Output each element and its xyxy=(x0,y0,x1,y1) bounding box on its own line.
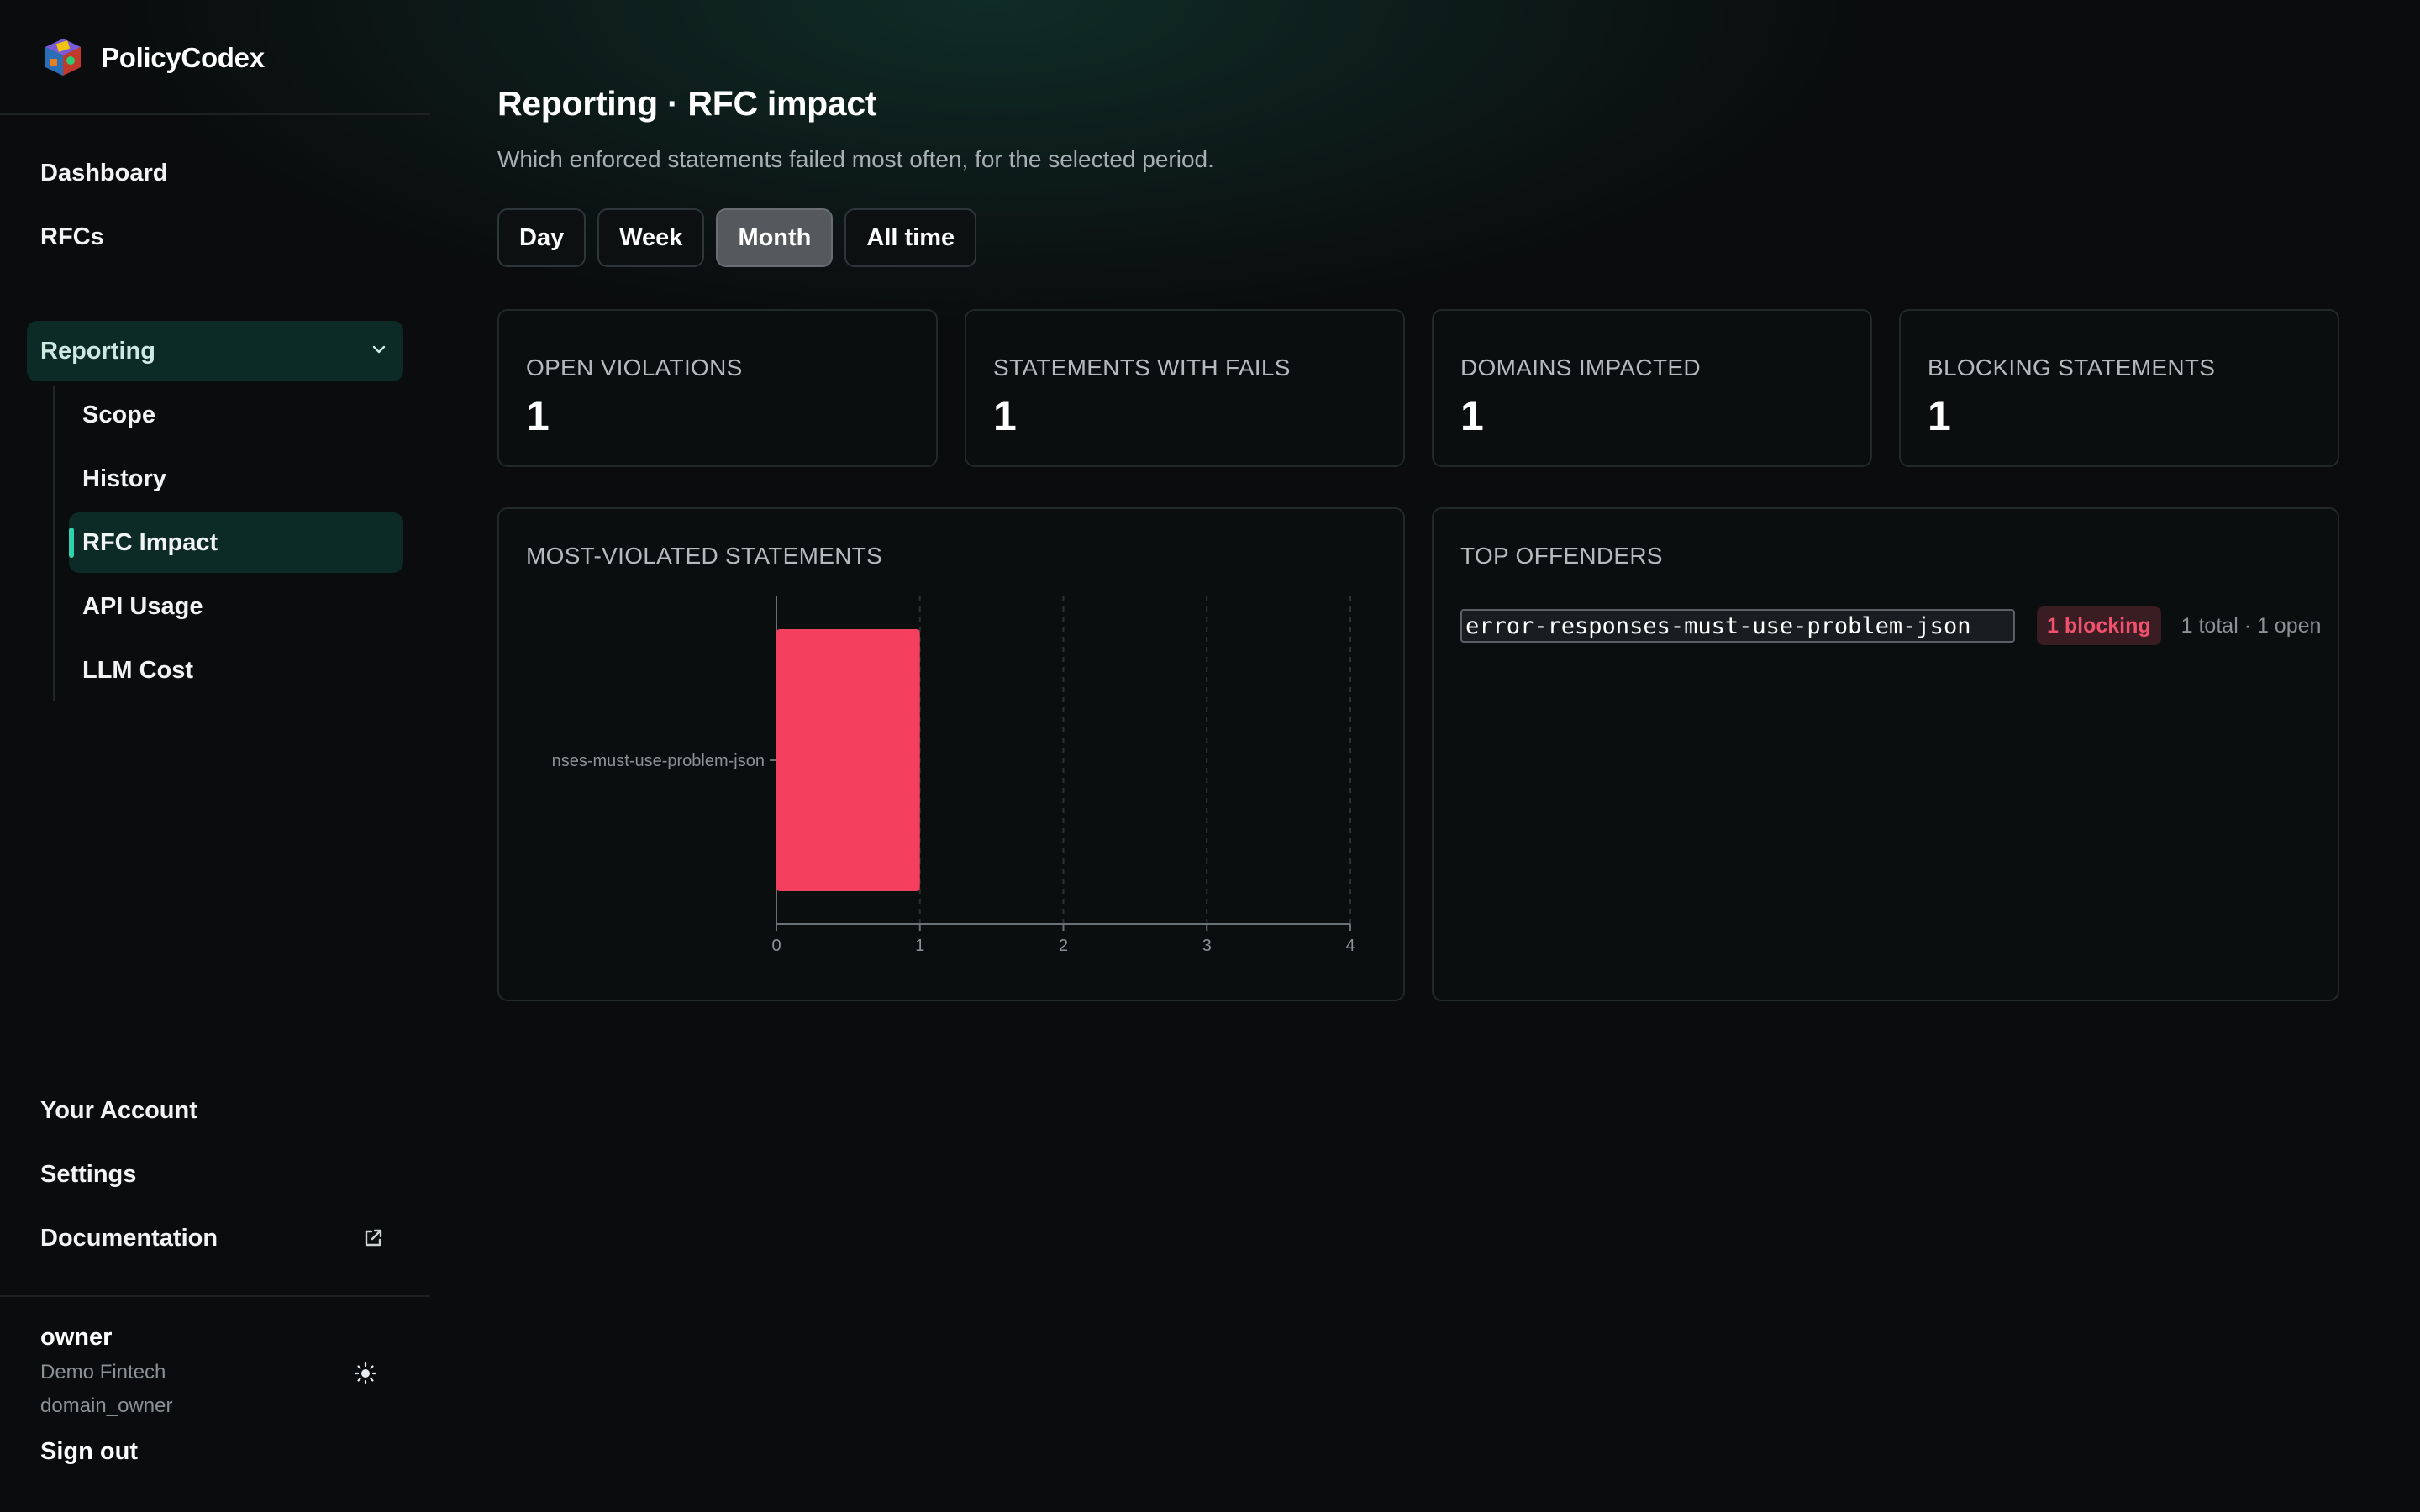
external-link-icon[interactable] xyxy=(361,1226,385,1254)
period-month-button[interactable]: Month xyxy=(716,208,834,267)
nav-your-account[interactable]: Your Account xyxy=(40,1092,197,1129)
user-org: Demo Fintech xyxy=(40,1361,166,1383)
sign-out-link[interactable]: Sign out xyxy=(40,1438,138,1466)
chevron-down-icon xyxy=(370,340,388,363)
nav-dashboard[interactable]: Dashboard xyxy=(40,155,167,192)
active-indicator xyxy=(69,528,74,558)
panel-title: TOP OFFENDERS xyxy=(1460,543,1663,569)
app-name: PolicyCodex xyxy=(101,42,265,73)
kpi-label: BLOCKING STATEMENTS xyxy=(1928,354,2216,381)
most-violated-chart: 0 1 2 3 4 nses-must-use-problem-json xyxy=(552,596,1355,955)
offender-counts: 1 total · 1 open xyxy=(2181,613,2322,638)
brand[interactable]: PolicyCodex xyxy=(40,30,265,86)
period-week-button[interactable]: Week xyxy=(597,208,705,267)
nav-rfc-impact[interactable]: RFC Impact xyxy=(82,524,218,561)
nav-llm-cost[interactable]: LLM Cost xyxy=(82,652,193,689)
nav-api-usage[interactable]: API Usage xyxy=(82,588,203,625)
most-violated-panel: MOST-VIOLATED STATEMENTS 0 1 2 3 4 nses-must-… xyxy=(497,507,1405,1001)
nav-settings[interactable]: Settings xyxy=(40,1156,136,1193)
sidebar: PolicyCodex Dashboard RFCs Reporting Sco… xyxy=(0,0,430,1512)
bar xyxy=(776,629,920,891)
kpi-label: DOMAINS IMPACTED xyxy=(1460,354,1701,381)
x-tick-label: 3 xyxy=(1202,937,1212,955)
nav-documentation[interactable]: Documentation xyxy=(40,1220,218,1257)
period-all-time-button[interactable]: All time xyxy=(844,208,977,267)
nav-rfcs[interactable]: RFCs xyxy=(40,218,104,255)
kpi-label: OPEN VIOLATIONS xyxy=(526,354,743,381)
divider xyxy=(0,113,430,115)
divider xyxy=(0,1295,430,1297)
blocking-badge: 1 blocking xyxy=(2037,606,2161,645)
subnav-guide xyxy=(53,386,55,701)
period-selector: Day Week Month All time xyxy=(497,208,977,267)
user-name: owner xyxy=(40,1324,113,1351)
kpi-label: STATEMENTS WITH FAILS xyxy=(993,354,1291,381)
logo-icon xyxy=(40,35,86,81)
offender-row[interactable]: error-responses-must-use-problem-json 1 … xyxy=(1460,606,2321,645)
x-tick-label: 2 xyxy=(1059,937,1068,955)
period-day-button[interactable]: Day xyxy=(497,208,587,267)
offender-statement[interactable]: error-responses-must-use-problem-json xyxy=(1460,609,2015,643)
kpi-value: 1 xyxy=(993,392,1017,439)
kpi-card-blocking-statements: BLOCKING STATEMENTS 1 xyxy=(1899,309,2339,467)
x-tick-label: 1 xyxy=(915,937,924,955)
x-tick-label: 4 xyxy=(1345,937,1355,955)
kpi-value: 1 xyxy=(1460,392,1484,439)
x-tick-label: 0 xyxy=(771,937,781,955)
kpi-value: 1 xyxy=(526,392,550,439)
top-offenders-panel: TOP OFFENDERS error-responses-must-use-p… xyxy=(1432,507,2339,1001)
user-role: domain_owner xyxy=(40,1394,173,1417)
nav-group-reporting[interactable]: Reporting xyxy=(27,321,403,381)
kpi-card-statements-with-fails: STATEMENTS WITH FAILS 1 xyxy=(965,309,1405,467)
page-title: Reporting · RFC impact xyxy=(497,84,877,123)
nav-history[interactable]: History xyxy=(82,460,166,497)
y-tick-label: nses-must-use-problem-json xyxy=(552,752,765,770)
theme-toggle-sun-icon[interactable] xyxy=(353,1361,378,1390)
page-subtitle: Which enforced statements failed most of… xyxy=(497,146,1214,172)
kpi-card-open-violations: OPEN VIOLATIONS 1 xyxy=(497,309,938,467)
kpi-card-domains-impacted: DOMAINS IMPACTED 1 xyxy=(1432,309,1872,467)
kpi-value: 1 xyxy=(1928,392,1951,439)
nav-scope[interactable]: Scope xyxy=(82,396,155,433)
nav-group-label: Reporting xyxy=(40,337,155,365)
